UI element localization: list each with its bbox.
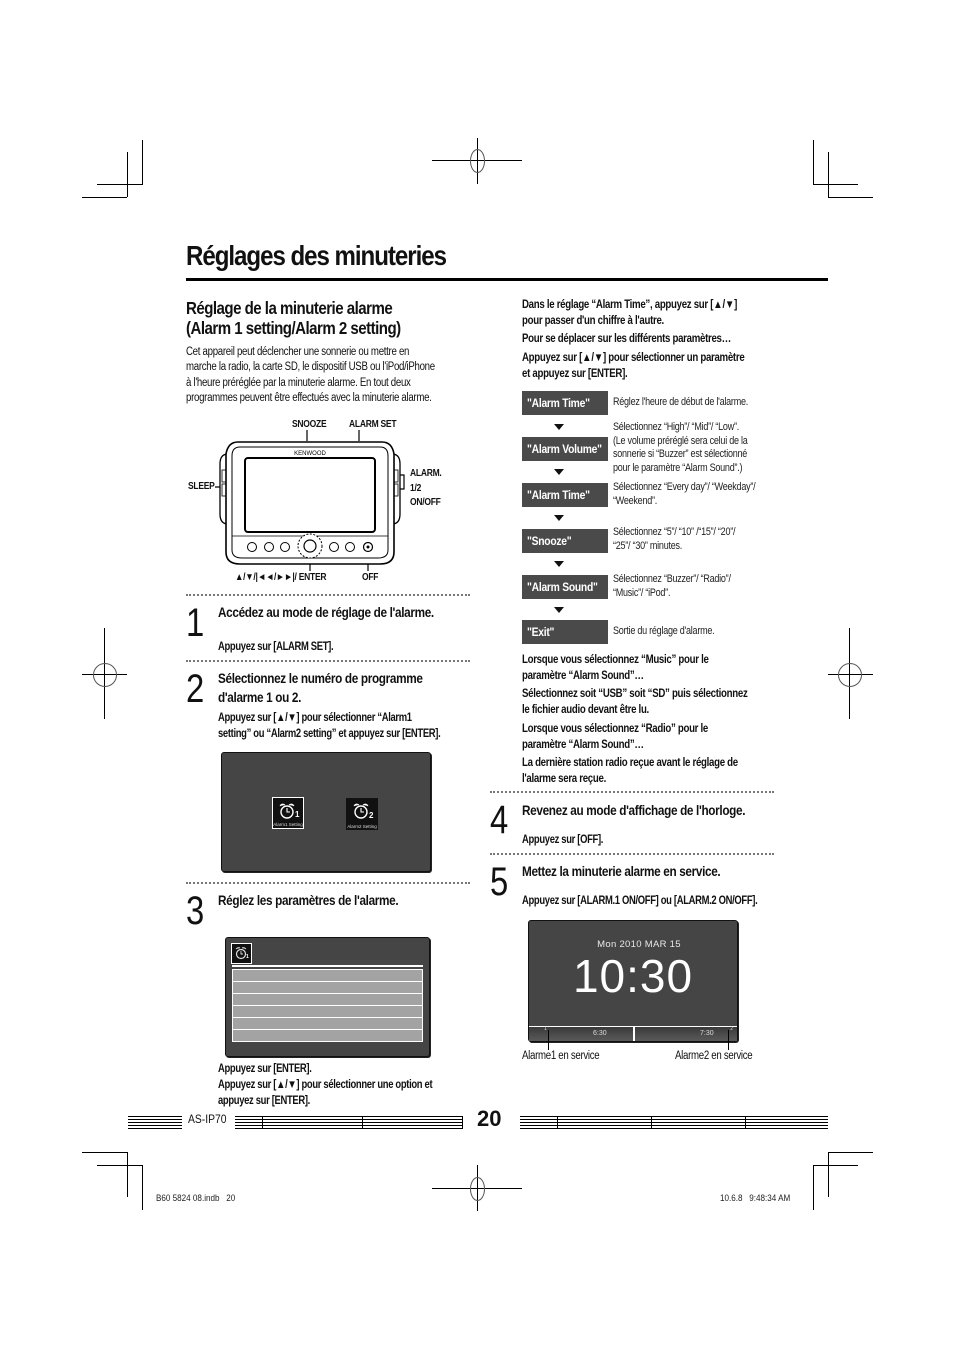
radio-note-heading: Lorsque vous sélectionnez “Radio” pour l…: [522, 723, 709, 751]
settings-menu-row[interactable]: [232, 1017, 423, 1030]
page-title: Réglages des minuteries: [186, 240, 447, 271]
flow-item-alarm-sound: "Alarm Sound": [522, 575, 608, 599]
flow-desc: Sélectionnez “5”/ “10” /“15”/ “20”/“25”/…: [613, 526, 736, 552]
label-alarm-2: 1/2: [410, 483, 422, 494]
arrow-down-icon: [554, 561, 564, 567]
settings-menu-row[interactable]: [232, 1029, 423, 1042]
step-title: Mettez la minuterie alarme en service.: [522, 863, 721, 879]
alarm-time-note: Dans le réglage “Alarm Time”, appuyez su…: [522, 299, 738, 327]
icon-caption: Alarm2 Setting: [347, 824, 377, 829]
step-instruction: Appuyez sur [OFF].: [522, 834, 604, 846]
radio-note-text: La dernière station radio reçue avant le…: [522, 757, 738, 785]
step-number: 4: [490, 798, 509, 842]
alarm-select-screen: 1 Alarm1 Setting 2 Alarm2 Setting: [221, 752, 431, 872]
flow-desc: Réglez l'heure de début de l'alarme.: [613, 396, 748, 408]
step-instruction: Appuyez sur [ALARM.1 ON/OFF] ou [ALARM.2…: [522, 895, 758, 907]
divider: [490, 853, 774, 855]
flow-desc: Sélectionnez “High”/ “Mid”/ “Low”. (Le vo…: [613, 421, 748, 474]
alarm-settings-screen: 1: [225, 937, 430, 1057]
page-number: 20: [477, 1106, 502, 1131]
arrow-down-icon: [554, 607, 564, 613]
settings-menu-row[interactable]: [232, 993, 423, 1006]
alarm-status-bar: 1 6:30 7:30 2: [529, 1026, 737, 1041]
section-title-line2: (Alarm 1 setting/Alarm 2 setting): [186, 318, 401, 338]
alarm1-slot: 1 6:30: [544, 1026, 607, 1037]
step-title: Revenez au mode d'affichage de l'horloge…: [522, 802, 746, 818]
clock-display-screen: Mon 2010 MAR 15 10:30 1 6:30 7:30 2: [528, 920, 738, 1042]
flow-item-alarm-time: "Alarm Time": [522, 391, 608, 415]
divider: [490, 791, 774, 793]
file-info: B60 5824 08.indb 20: [156, 1193, 236, 1203]
brand-logo: KENWOOD: [294, 451, 326, 457]
step-title: Sélectionnez le numéro de programme d'al…: [218, 670, 423, 705]
step-number: 1: [186, 601, 205, 645]
caption-alarm1: Alarme1 en service: [522, 1050, 600, 1062]
step-instruction: Appuyez sur [ENTER]. Appuyez sur [▲/▼] p…: [218, 1063, 433, 1107]
music-note-heading: Lorsque vous sélectionnez “Music” pour l…: [522, 654, 709, 682]
step-instruction: Appuyez sur [ALARM SET].: [218, 641, 334, 653]
model-name: AS-IP70: [188, 1114, 227, 1126]
leader-line: [548, 1030, 549, 1050]
step-number: 3: [186, 889, 205, 933]
flow-desc: Sélectionnez “Every day”/ “Weekday”/“Wee…: [613, 481, 756, 507]
flow-item-alarm-volume: "Alarm Volume": [522, 437, 608, 461]
divider: [186, 882, 470, 884]
label-off: OFF: [362, 572, 379, 583]
step-number: 5: [490, 860, 509, 904]
device-drawing: KENWOOD: [215, 430, 405, 571]
step-number: 2: [186, 667, 205, 711]
arrow-down-icon: [554, 424, 564, 430]
flow-item-alarm-time-repeat: "Alarm Time": [522, 483, 608, 507]
flow-item-snooze: "Snooze": [522, 529, 608, 553]
icon-caption: Alarm1 Setting: [273, 822, 303, 827]
timestamp: 10.6.8 9:48:34 AM: [720, 1193, 791, 1203]
arrow-down-icon: [554, 515, 564, 521]
label-alarm-3: ON/OFF: [410, 497, 441, 508]
step-title: Réglez les paramètres de l'alarme.: [218, 892, 399, 908]
alarm1-setting-icon[interactable]: 1 Alarm1 Setting: [272, 797, 304, 829]
alarm2-setting-icon[interactable]: 2 Alarm2 Setting: [346, 798, 378, 830]
divider: [186, 660, 470, 662]
clock-time: 10:30: [572, 950, 694, 1002]
leader-line: [728, 1030, 729, 1050]
flow-desc: Sortie du réglage d'alarme.: [613, 625, 715, 637]
alarm2-slot: 7:30 2: [700, 1026, 733, 1037]
intro-paragraph: Cet appareil peut déclencher une sonneri…: [186, 346, 435, 404]
section-title-line1: Réglage de la minuterie alarme: [186, 298, 393, 318]
navigate-heading: Pour se déplacer sur les différents para…: [522, 333, 732, 345]
title-rule: [186, 278, 828, 281]
flow-item-exit: "Exit": [522, 620, 608, 644]
section-title: Réglage de la minuterie alarme (Alarm 1 …: [186, 298, 401, 338]
settings-menu-row[interactable]: [232, 981, 423, 994]
label-nav-enter: ▲/▼/|◄◄/►►|/ ENTER: [235, 572, 327, 583]
settings-menu-row[interactable]: [232, 969, 423, 982]
arrow-down-icon: [554, 469, 564, 475]
caption-alarm2: Alarme2 en service: [675, 1050, 753, 1062]
settings-menu-row[interactable]: [232, 1005, 423, 1018]
label-alarm-1: ALARM.: [410, 468, 442, 479]
step-title: Accédez au mode de réglage de l'alarme.: [218, 604, 434, 620]
step-instruction: Appuyez sur [▲/▼] pour sélectionner “Ala…: [218, 712, 441, 740]
flow-desc: Sélectionnez “Buzzer”/ “Radio”/“Music”/ …: [613, 573, 731, 599]
alarm1-icon: 1: [231, 943, 252, 964]
divider: [186, 594, 470, 596]
music-note-text: Sélectionnez soit “USB” soit “SD” puis s…: [522, 688, 748, 716]
navigate-text: Appuyez sur [▲/▼] pour sélectionner un p…: [522, 352, 745, 380]
